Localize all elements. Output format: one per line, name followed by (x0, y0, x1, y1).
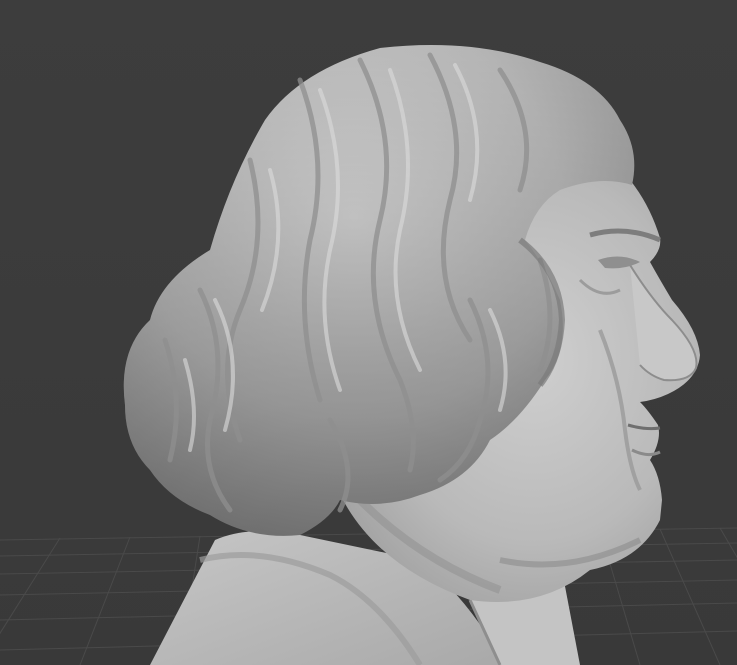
viewport-canvas[interactable] (0, 0, 737, 665)
3d-viewport[interactable] (0, 0, 737, 665)
